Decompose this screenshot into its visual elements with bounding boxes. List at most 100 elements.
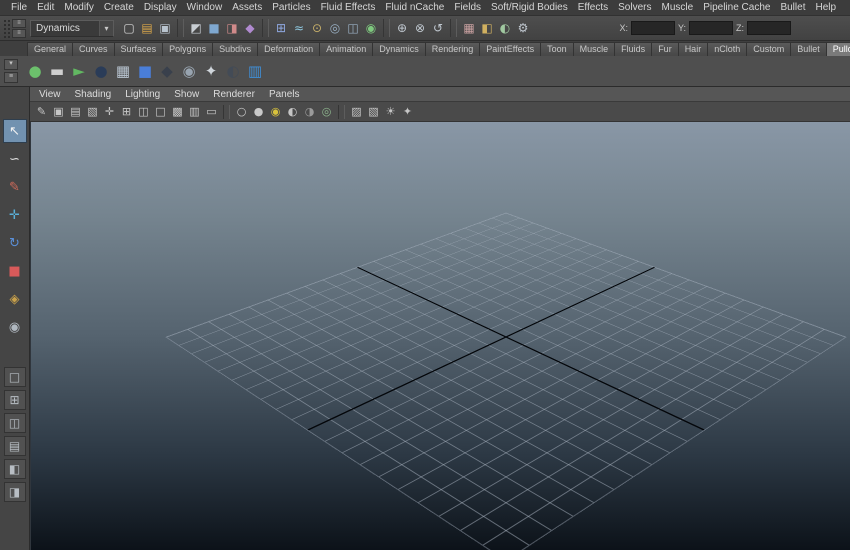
menu-item-edit[interactable]: Edit: [32, 2, 59, 13]
pdi-tool-icon[interactable]: ✦: [200, 59, 222, 83]
shelf-tab-animation[interactable]: Animation: [319, 42, 374, 56]
two-d-pan-zoom-icon[interactable]: ✛: [101, 104, 118, 120]
render-current-frame-icon[interactable]: ◧: [478, 19, 496, 37]
snap-projected-center-icon[interactable]: ◎: [326, 19, 344, 37]
layout-two-pane-side-button[interactable]: ◫: [3, 413, 26, 433]
safe-title-icon[interactable]: ▭: [203, 104, 220, 120]
gate-mask-icon[interactable]: ▩: [169, 104, 186, 120]
layout-outliner-persp-button[interactable]: ◨: [3, 482, 26, 502]
shelf-tab-painteffects[interactable]: PaintEffects: [479, 42, 542, 56]
textured-mode-icon[interactable]: ◉: [267, 104, 284, 120]
shelf-tab-rendering[interactable]: Rendering: [424, 42, 481, 56]
universal-manipulator-tool[interactable]: ◈: [3, 287, 27, 311]
menu-item-muscle[interactable]: Muscle: [657, 2, 699, 13]
input-connections-icon[interactable]: ⊕: [393, 19, 411, 37]
select-component-icon[interactable]: ◨: [223, 19, 241, 37]
snap-curve-icon[interactable]: ≈: [290, 19, 308, 37]
pdi-roller-icon[interactable]: ▬: [46, 59, 68, 83]
lasso-select-tool[interactable]: ∽: [3, 147, 27, 171]
shadows-icon[interactable]: ◑: [301, 104, 318, 120]
menu-item-effects[interactable]: Effects: [573, 2, 613, 13]
panel-menu-item-panels[interactable]: Panels: [262, 89, 307, 100]
shelf-tab-pulldownit[interactable]: PulldownIt: [825, 42, 850, 56]
pdi-orb-icon[interactable]: ◉: [178, 59, 200, 83]
rotate-tool[interactable]: ↻: [3, 231, 27, 255]
x-coordinate-input[interactable]: [630, 21, 675, 35]
open-render-view-icon[interactable]: ▦: [460, 19, 478, 37]
shelf-tab-polygons[interactable]: Polygons: [162, 42, 214, 56]
save-scene-icon[interactable]: ▣: [156, 19, 174, 37]
smooth-shade-icon[interactable]: ●: [250, 104, 267, 120]
share-icon[interactable]: ✦: [399, 104, 416, 120]
ipr-render-icon[interactable]: ◐: [496, 19, 514, 37]
panel-menu-item-renderer[interactable]: Renderer: [206, 89, 262, 100]
menu-set-dropdown[interactable]: Dynamics ▾: [30, 19, 114, 37]
menu-item-display[interactable]: Display: [139, 2, 182, 13]
wireframe-mode-icon[interactable]: ○: [233, 104, 250, 120]
menu-item-fluid-ncache[interactable]: Fluid nCache: [380, 2, 449, 13]
select-mask-icon[interactable]: ◆: [241, 19, 259, 37]
last-tool-used[interactable]: ◉: [3, 315, 27, 339]
pdi-dark-sphere-icon[interactable]: ●: [90, 59, 112, 83]
layout-single-pane-button[interactable]: □: [3, 367, 26, 387]
shelf-tab-toon[interactable]: Toon: [540, 42, 574, 56]
pdi-clamp-icon[interactable]: ◐: [222, 59, 244, 83]
output-connections-icon[interactable]: ⊗: [411, 19, 429, 37]
pdi-dynamics-icon[interactable]: ▥: [244, 59, 266, 83]
move-tool[interactable]: ✛: [3, 203, 27, 227]
scale-tool[interactable]: ■: [3, 259, 27, 283]
menu-item-help[interactable]: Help: [810, 2, 841, 13]
statusline-grip[interactable]: [3, 18, 10, 38]
menu-item-create[interactable]: Create: [99, 2, 139, 13]
pdi-fracture-icon[interactable]: ◆: [156, 59, 178, 83]
shelf-tab-hair[interactable]: Hair: [677, 42, 709, 56]
shelf-tab-deformation[interactable]: Deformation: [257, 42, 321, 56]
snap-point-icon[interactable]: ⊙: [308, 19, 326, 37]
y-coordinate-input[interactable]: [689, 21, 733, 35]
paint-select-tool[interactable]: ✎: [3, 175, 27, 199]
snap-view-plane-icon[interactable]: ◫: [344, 19, 362, 37]
select-tool[interactable]: ↖: [2, 119, 27, 143]
open-scene-icon[interactable]: ▤: [138, 19, 156, 37]
resolution-gate-icon[interactable]: □: [152, 104, 169, 120]
shelf-tab-custom[interactable]: Custom: [746, 42, 792, 56]
viewport-canvas[interactable]: [30, 122, 850, 550]
pdi-play-icon[interactable]: ►: [68, 59, 90, 83]
new-scene-icon[interactable]: ▢: [120, 19, 138, 37]
isolate-select-icon[interactable]: ▨: [348, 104, 365, 120]
z-coordinate-input[interactable]: [747, 21, 791, 35]
menu-item-pipeline-cache[interactable]: Pipeline Cache: [698, 2, 775, 13]
bookmark-icon[interactable]: ▤: [67, 104, 84, 120]
menu-item-fluid-effects[interactable]: Fluid Effects: [316, 2, 381, 13]
layout-three-pane-button[interactable]: ◧: [3, 459, 26, 479]
shelf-tab-dynamics[interactable]: Dynamics: [372, 42, 426, 56]
menu-item-bullet[interactable]: Bullet: [775, 2, 810, 13]
menu-item-window[interactable]: Window: [182, 2, 228, 13]
shelf-tab-general[interactable]: General: [27, 42, 74, 56]
menu-item-fields[interactable]: Fields: [449, 2, 486, 13]
menu-item-solvers[interactable]: Solvers: [613, 2, 656, 13]
shelf-tab-bullet[interactable]: Bullet: [790, 42, 827, 56]
shelf-tab-ncloth[interactable]: nCloth: [707, 42, 748, 56]
film-gate-icon[interactable]: ◫: [135, 104, 152, 120]
panel-menu-item-show[interactable]: Show: [167, 89, 206, 100]
panel-menu-item-lighting[interactable]: Lighting: [118, 89, 167, 100]
select-object-icon[interactable]: ■: [205, 19, 223, 37]
ui-toggle-top-button[interactable]: ≡: [12, 18, 26, 28]
menu-item-particles[interactable]: Particles: [267, 2, 315, 13]
snap-grid-icon[interactable]: ⊞: [272, 19, 290, 37]
panel-menu-item-shading[interactable]: Shading: [68, 89, 119, 100]
make-live-icon[interactable]: ◉: [362, 19, 380, 37]
shelf-tab-fur[interactable]: Fur: [651, 42, 679, 56]
construction-history-icon[interactable]: ↺: [429, 19, 447, 37]
image-plane-icon[interactable]: ▧: [84, 104, 101, 120]
menu-item-file[interactable]: File: [6, 2, 32, 13]
ui-toggle-bottom-button[interactable]: ≡: [12, 28, 26, 38]
pdi-stack-icon[interactable]: ▦: [112, 59, 134, 83]
exposure-icon[interactable]: ☀: [382, 104, 399, 120]
shelf-tab-muscle[interactable]: Muscle: [572, 42, 616, 56]
xray-icon[interactable]: ▧: [365, 104, 382, 120]
safe-action-icon[interactable]: ▥: [186, 104, 203, 120]
menu-item-modify[interactable]: Modify: [59, 2, 98, 13]
select-hierarchy-icon[interactable]: ◩: [187, 19, 205, 37]
